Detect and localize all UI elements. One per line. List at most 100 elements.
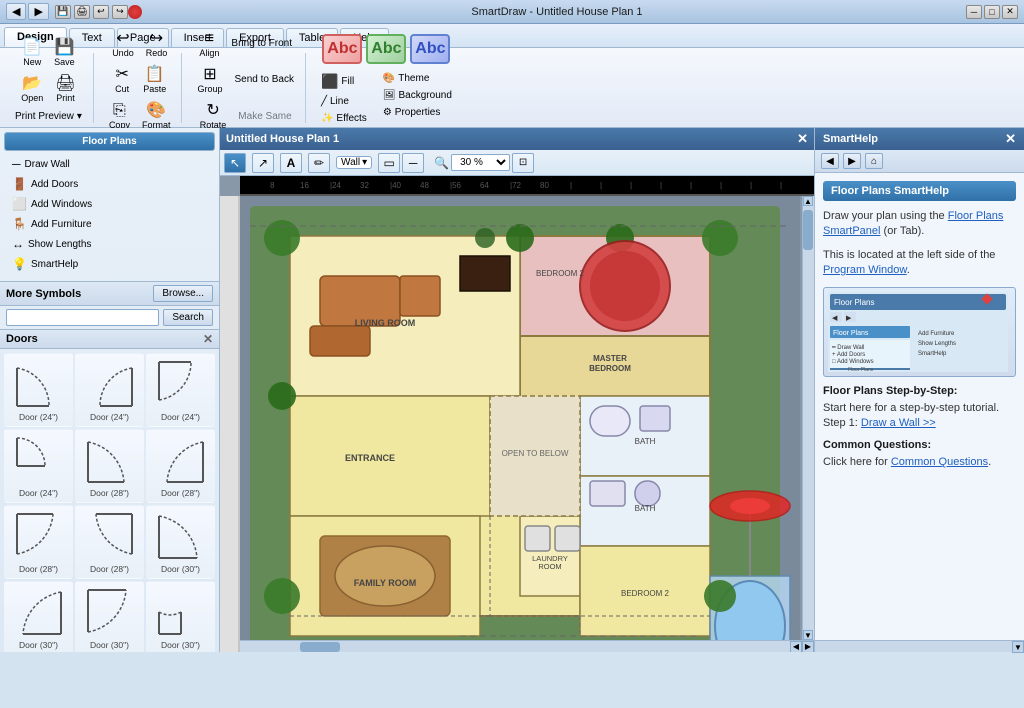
search-input[interactable] [6, 309, 159, 326]
toolbar-btn-3[interactable]: ↩ [93, 5, 109, 19]
draw-wall-icon: ─ [12, 157, 21, 171]
effects-button[interactable]: ✨ Effects [316, 111, 372, 126]
add-furniture-icon: 🪑 [12, 217, 27, 231]
svg-text:|40: |40 [390, 181, 402, 190]
window-controls[interactable]: ─ □ ✕ [966, 5, 1018, 19]
print-button[interactable]: 🖨 Print [50, 73, 80, 106]
canvas-wrapper[interactable]: 8 16 |24 32 |40 48 |56 64 |72 80 | | | | [220, 176, 814, 652]
smarthelp-close-button[interactable]: ✕ [1005, 131, 1016, 147]
main-content: Floor Plans ─ Draw Wall 🚪 Add Doors ⬜ Ad… [0, 128, 1024, 652]
door-item-28-4[interactable]: Door (28") [75, 505, 144, 579]
smarthelp-content: Floor Plans SmartHelp Draw your plan usi… [815, 173, 1024, 640]
fp-item-draw-wall[interactable]: ─ Draw Wall [8, 155, 211, 173]
bring-to-front-button[interactable]: Bring to Front [226, 35, 297, 53]
door-label: Door (30") [161, 640, 200, 650]
door-item-24-1[interactable]: Door (24") [4, 353, 73, 427]
scroll-up-btn[interactable]: ▲ [803, 196, 813, 206]
canvas-close-button[interactable]: ✕ [797, 131, 808, 147]
line-color-tool[interactable]: ─ [402, 153, 424, 173]
h-scroll-arrows[interactable]: ◀ ▶ [790, 641, 814, 653]
nav-arrows[interactable]: ◀ ▶ [6, 3, 49, 20]
door-item-30-1[interactable]: Door (30") [146, 505, 215, 579]
minimize-btn[interactable]: ─ [966, 5, 982, 19]
toolbar-btn-4[interactable]: ↪ [112, 5, 128, 19]
send-to-back-button[interactable]: Send to Back [229, 71, 298, 89]
open-button[interactable]: 📂 Open [16, 73, 48, 106]
sh-scroll-down[interactable]: ▼ [1012, 641, 1024, 653]
toolbar-btn-2[interactable]: 🖨 [74, 5, 90, 19]
toolbar-edit-group: ↩ Undo ↪ Redo ✂ Cut 📋 Paste ⎘ Copy [98, 53, 183, 123]
v-scrollbar[interactable]: ▲ ▼ [802, 196, 814, 640]
sh-intro-text: Draw your plan using the Floor Plans Sma… [823, 209, 1016, 240]
doors-close-button[interactable]: ✕ [203, 332, 213, 346]
make-same-button[interactable]: Make Same [233, 108, 296, 125]
fp-items: ─ Draw Wall 🚪 Add Doors ⬜ Add Windows 🪑 … [4, 151, 215, 277]
back-btn[interactable]: ◀ [6, 3, 26, 20]
redo-button[interactable]: ↪ Redo [141, 28, 173, 61]
door-item-24-3[interactable]: Door (24") [146, 353, 215, 427]
sh-home-btn[interactable]: ⌂ [865, 153, 883, 169]
sh-program-window-link[interactable]: Program Window [823, 264, 907, 276]
text-tool[interactable]: A [280, 153, 302, 173]
print-preview-button[interactable]: Print Preview ▾ [10, 109, 87, 124]
maximize-btn[interactable]: □ [984, 5, 1000, 19]
abc-red-button[interactable]: Abc [322, 34, 362, 64]
abc-blue-button[interactable]: Abc [410, 34, 450, 64]
sh-back-btn[interactable]: ◀ [821, 153, 839, 169]
door-item-28-1[interactable]: Door (28") [75, 429, 144, 503]
door-item-30-4[interactable]: Door (30") [146, 581, 215, 652]
sh-forward-btn[interactable]: ▶ [843, 153, 861, 169]
fp-item-smarthelp[interactable]: 💡 SmartHelp [8, 255, 211, 273]
h-scrollbar-thumb[interactable] [300, 642, 340, 652]
v-scrollbar-thumb[interactable] [803, 210, 813, 250]
scroll-right-btn[interactable]: ▶ [802, 641, 814, 653]
forward-btn[interactable]: ▶ [28, 3, 48, 20]
toolbar-btn-1[interactable]: 💾 [55, 5, 71, 19]
line-button[interactable]: ╱ Line [316, 94, 372, 109]
save-button[interactable]: 💾 Save [49, 37, 80, 70]
pencil-tool[interactable]: ✏ [308, 153, 330, 173]
sh-common-questions-link[interactable]: Common Questions [891, 456, 988, 468]
print-icon: 🖨 [55, 76, 75, 92]
sh-location-text: This is located at the left side of the … [823, 248, 1016, 279]
abc-green-button[interactable]: Abc [366, 34, 406, 64]
zoom-select[interactable]: 30 % 50 % 75 % 100 % [451, 154, 510, 171]
align-button[interactable]: ≡ Align [194, 28, 224, 61]
add-doors-icon: 🚪 [12, 177, 27, 191]
zoom-fit-btn[interactable]: ⊡ [512, 153, 534, 173]
scroll-left-btn[interactable]: ◀ [790, 641, 802, 653]
door-item-24-4[interactable]: Door (24") [4, 429, 73, 503]
fill-button[interactable]: ⬛ Fill [316, 71, 372, 92]
h-scrollbar[interactable]: ◀ ▶ [240, 640, 814, 652]
paste-button[interactable]: 📋 Paste [138, 64, 171, 97]
bring-to-front-label: Bring to Front [231, 38, 292, 50]
door-item-28-3[interactable]: Door (28") [4, 505, 73, 579]
pointer-tool[interactable]: ↗ [252, 153, 274, 173]
floor-plan-drawing[interactable]: LIVING ROOM ENTRANCE MASTER BEDROOM BEDR… [240, 196, 814, 652]
rect-tool[interactable]: ▭ [378, 153, 400, 173]
search-button[interactable]: Search [163, 309, 213, 326]
fp-item-add-furniture[interactable]: 🪑 Add Furniture [8, 215, 211, 233]
select-tool[interactable]: ↖ [224, 153, 246, 173]
canvas-header: Untitled House Plan 1 ✕ [220, 128, 814, 150]
theme-button[interactable]: 🎨 Theme [378, 71, 457, 86]
fp-item-add-windows[interactable]: ⬜ Add Windows [8, 195, 211, 213]
door-item-30-3[interactable]: Door (30") [75, 581, 144, 652]
fp-tab-floor-plans[interactable]: Floor Plans [5, 133, 214, 150]
properties-button[interactable]: ⚙ Properties [378, 105, 457, 120]
scroll-down-btn[interactable]: ▼ [803, 630, 813, 640]
door-item-28-2[interactable]: Door (28") [146, 429, 215, 503]
door-item-24-2[interactable]: Door (24") [75, 353, 144, 427]
sh-draw-wall-link[interactable]: Draw a Wall >> [861, 417, 936, 429]
wall-selector[interactable]: Wall ▾ [336, 156, 372, 169]
browse-button[interactable]: Browse... [153, 285, 213, 302]
door-item-30-2[interactable]: Door (30") [4, 581, 73, 652]
fp-item-add-doors[interactable]: 🚪 Add Doors [8, 175, 211, 193]
background-button[interactable]: 🖼 Background [378, 88, 457, 103]
new-button[interactable]: 📄 New [17, 37, 47, 70]
group-button[interactable]: ⊞ Group [192, 64, 227, 97]
close-btn[interactable]: ✕ [1002, 5, 1018, 19]
undo-button[interactable]: ↩ Undo [107, 28, 139, 61]
cut-button[interactable]: ✂ Cut [108, 64, 136, 97]
fp-item-show-lengths[interactable]: ↔ Show Lengths [8, 235, 211, 253]
